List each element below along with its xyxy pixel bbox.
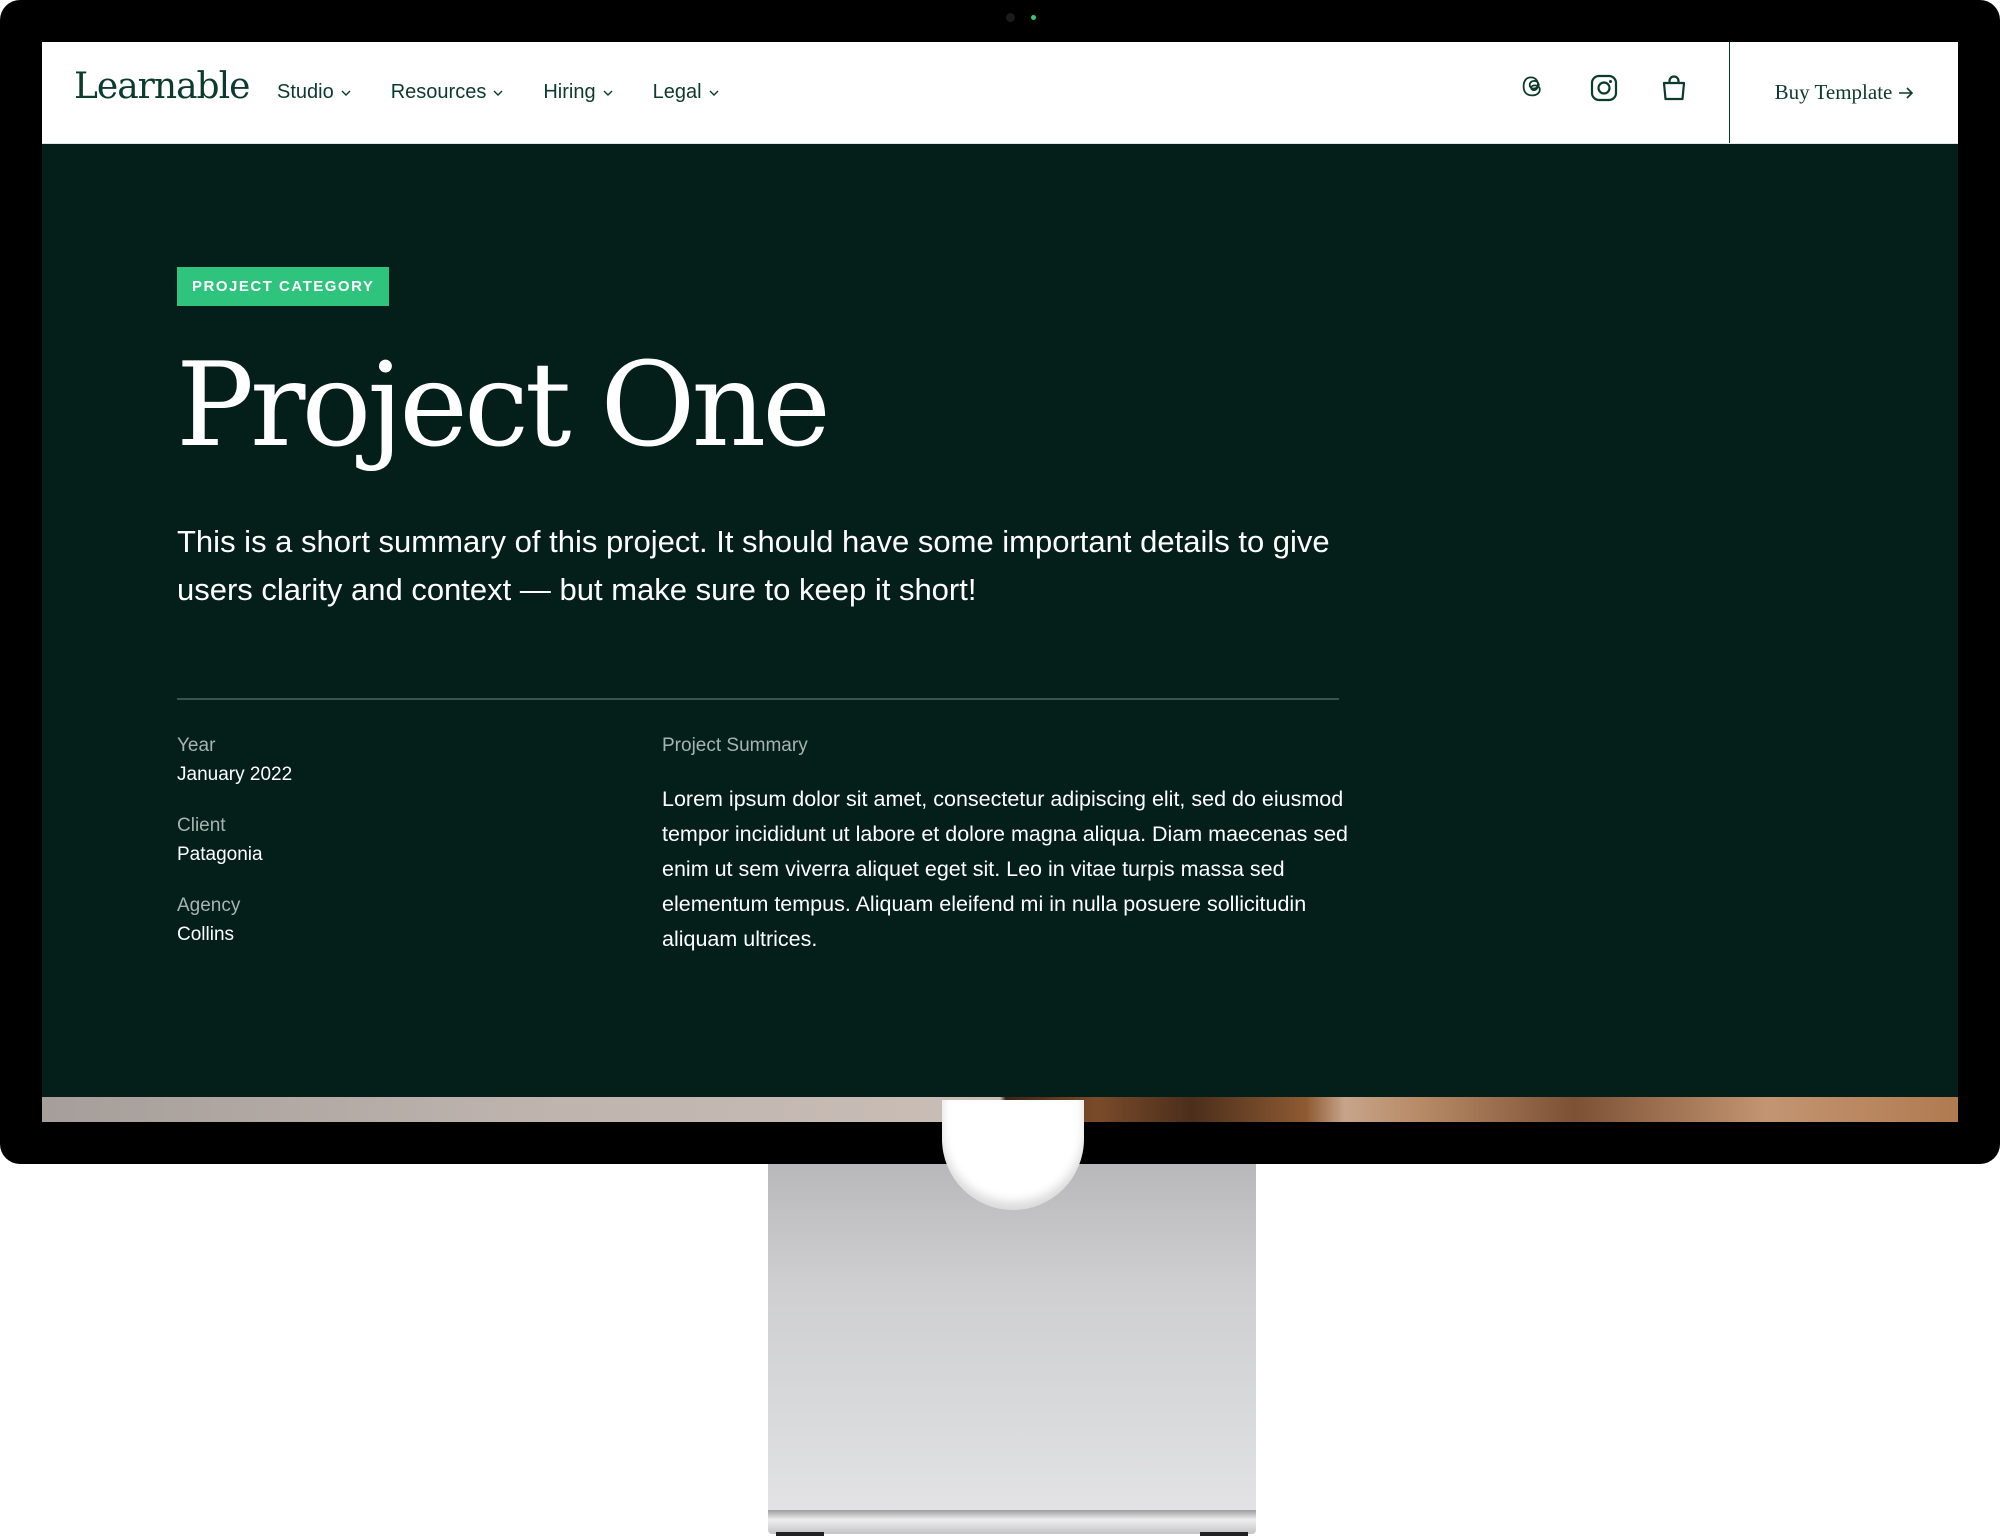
social-icons <box>1518 72 1728 104</box>
menu-item-label: Legal <box>652 81 702 103</box>
monitor-frame: Learnable Studio Resources Hiring Legal <box>0 0 2000 1164</box>
chevron-down-icon <box>709 90 719 96</box>
project-summary-text: Lorem ipsum dolor sit amet, consectetur … <box>662 787 1349 951</box>
project-intro: This is a short summary of this project.… <box>177 524 1330 607</box>
camera-icon <box>1006 13 1015 22</box>
meta-agency: Agency Collins <box>177 892 617 950</box>
project-summary-label: Project Summary <box>662 735 808 756</box>
project-category-badge[interactable]: PROJECT CATEGORY <box>177 267 390 306</box>
menu-item-label: Hiring <box>543 81 596 103</box>
meta-value: January 2022 <box>177 764 293 785</box>
menu-item-studio[interactable]: Studio <box>277 81 351 104</box>
site-logo[interactable]: Learnable <box>74 66 250 107</box>
meta-value: Collins <box>177 924 235 945</box>
project-meta: Year January 2022 Client Patagonia Agenc… <box>177 732 617 972</box>
menu-item-label: Resources <box>390 81 487 103</box>
shopping-bag-icon[interactable] <box>1658 72 1690 104</box>
meta-value: Patagonia <box>177 844 263 865</box>
meta-label: Agency <box>177 895 241 916</box>
chevron-down-icon <box>493 90 503 96</box>
foot-pad-left <box>776 1532 824 1536</box>
menu-item-hiring[interactable]: Hiring <box>543 81 613 104</box>
chevron-down-icon <box>341 90 351 96</box>
meta-label: Client <box>177 815 226 836</box>
camera-indicator-light <box>1031 15 1036 20</box>
foot-pad-right <box>1200 1532 1248 1536</box>
menu-item-label: Studio <box>277 81 334 103</box>
meta-client: Client Patagonia <box>177 812 617 870</box>
meta-label: Year <box>177 735 216 756</box>
page-title: Project One <box>176 338 831 473</box>
instagram-icon[interactable] <box>1588 72 1620 104</box>
chevron-down-icon <box>603 90 613 96</box>
arrow-right-icon <box>1899 86 1914 99</box>
buy-template-label: Buy Template <box>1774 80 1893 104</box>
threads-icon[interactable] <box>1518 72 1550 104</box>
stand-foot <box>768 1510 1256 1534</box>
section-divider <box>177 698 1339 700</box>
screen: Learnable Studio Resources Hiring Legal <box>42 42 1958 1122</box>
buy-template-button[interactable]: Buy Template <box>1729 42 1958 143</box>
monitor-stand <box>768 1164 1256 1514</box>
top-nav: Learnable Studio Resources Hiring Legal <box>42 42 1958 144</box>
project-summary: Project Summary Lorem ipsum dolor sit am… <box>662 732 1352 957</box>
main-menu: Studio Resources Hiring Legal <box>277 42 759 143</box>
menu-item-legal[interactable]: Legal <box>653 81 719 104</box>
meta-year: Year January 2022 <box>177 732 617 790</box>
menu-item-resources[interactable]: Resources <box>391 81 504 104</box>
